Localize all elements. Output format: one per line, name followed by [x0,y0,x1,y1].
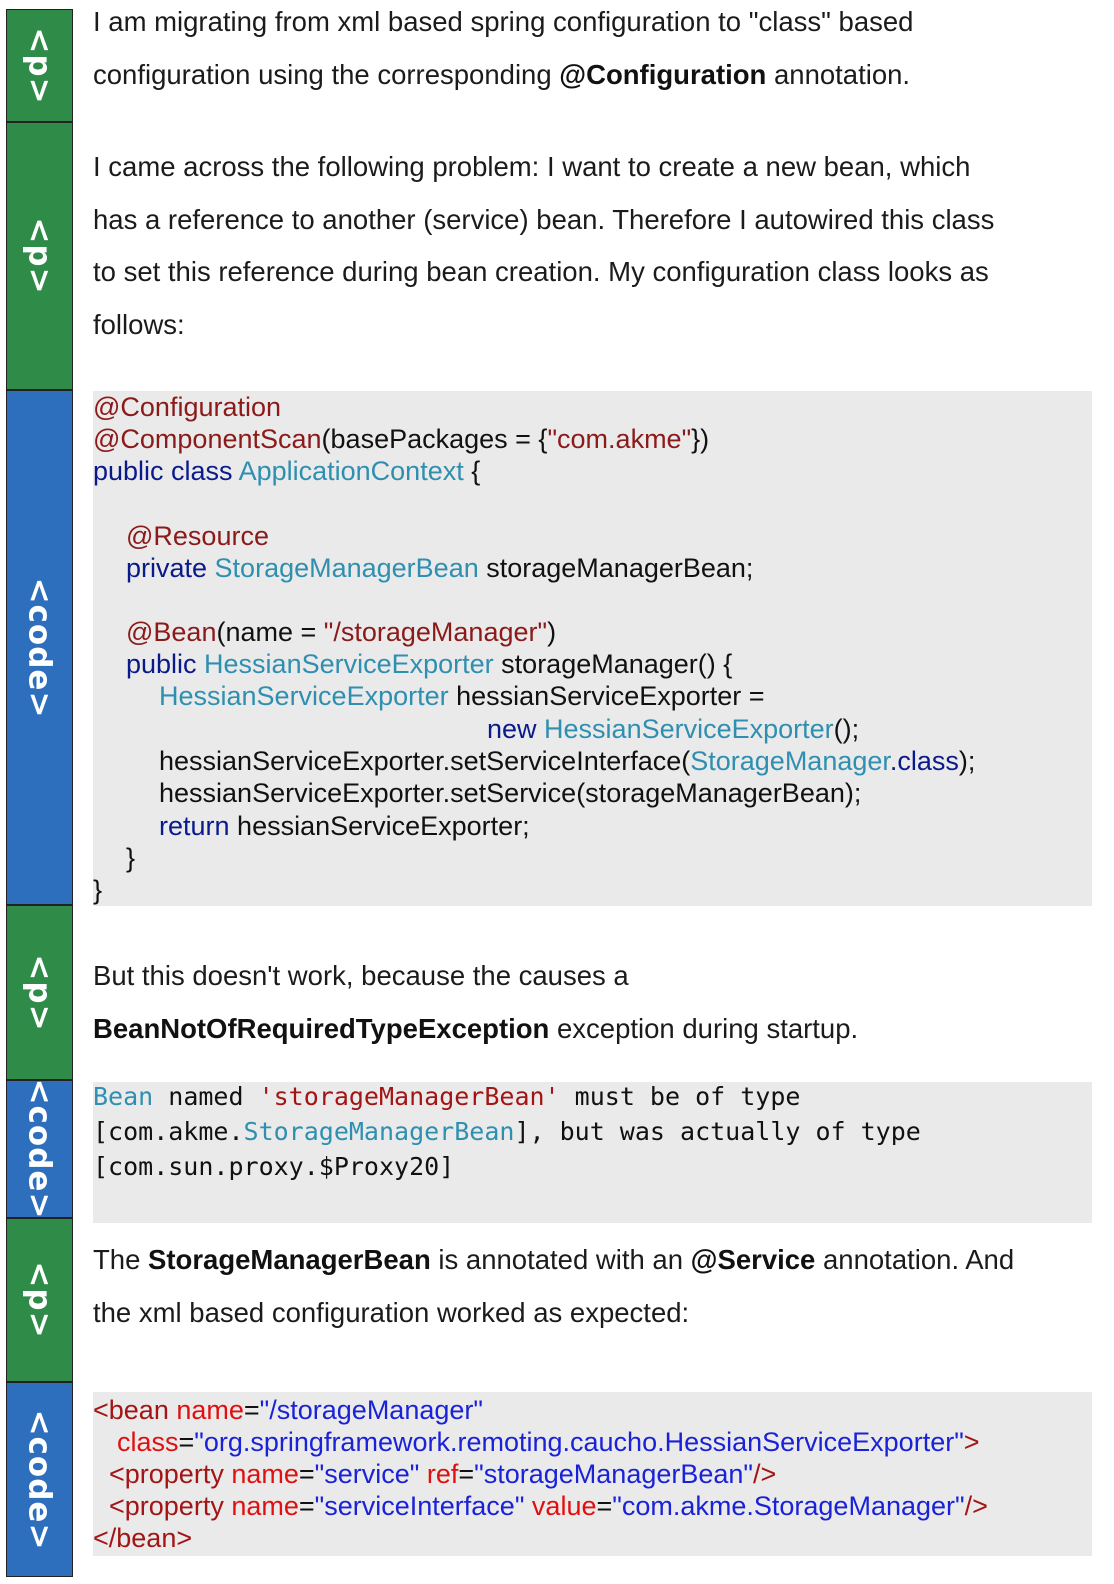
paragraph-1: I am migrating from xml based spring con… [93,6,914,90]
exception-code-block: Bean named 'storageManagerBean' must be … [93,1082,1092,1223]
paragraph-2: I came across the following problem: I w… [93,151,995,340]
paragraph-4: The StorageManagerBean is annotated with… [93,1244,1015,1328]
p-tag-2: <p> [6,122,73,390]
code-tag-3: <code> [6,1382,73,1577]
code-tag-2: <code> [6,1079,73,1219]
code-tag-1: <code> [6,390,73,905]
p-tag-1: <p> [6,9,73,122]
xml-code-block: <bean name="/storageManager" class="org.… [93,1392,1092,1556]
p-tag-3: <p> [6,905,73,1080]
java-code-block: @Configuration @ComponentScan(basePackag… [93,391,1092,906]
paragraph-3: But this doesn't work, because the cause… [93,960,859,1044]
p-tag-4: <p> [6,1218,73,1382]
